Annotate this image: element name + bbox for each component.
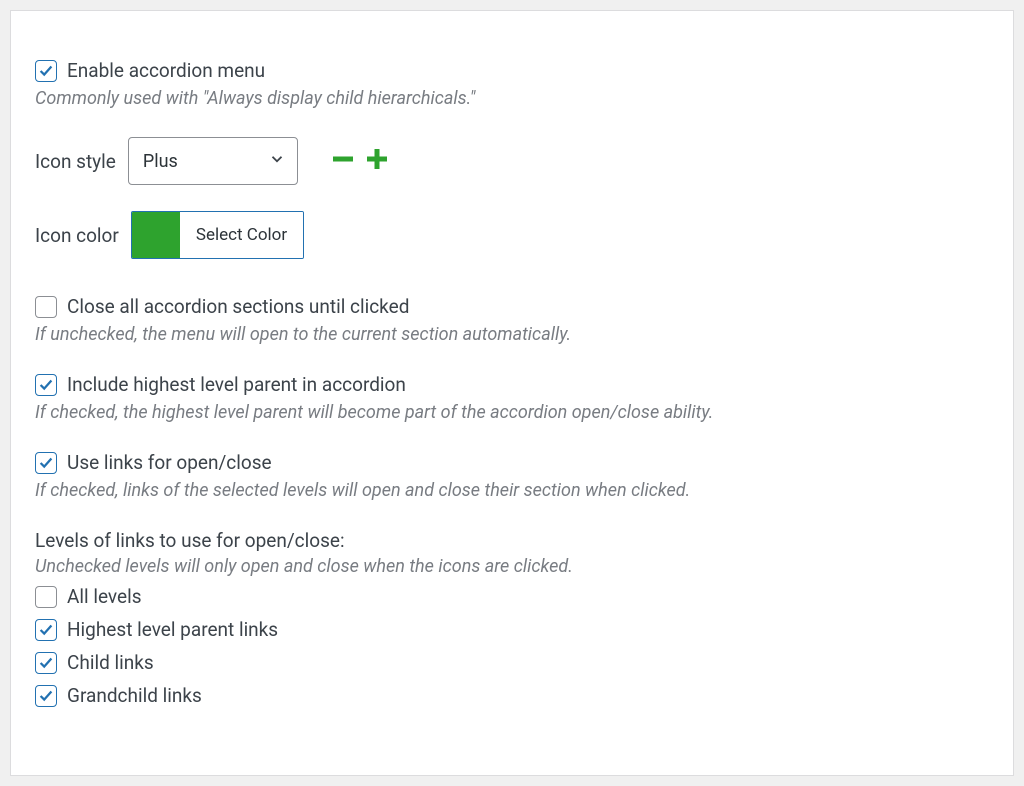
icon-color-row: Icon color Select Color	[35, 211, 989, 259]
include-parent-row: Include highest level parent in accordio…	[35, 373, 989, 396]
include-parent-label[interactable]: Include highest level parent in accordio…	[67, 373, 406, 396]
include-parent-checkbox[interactable]	[35, 374, 57, 396]
levels-heading: Levels of links to use for open/close:	[35, 529, 989, 552]
use-links-checkbox[interactable]	[35, 452, 57, 474]
level-all-label[interactable]: All levels	[67, 585, 142, 608]
close-all-label[interactable]: Close all accordion sections until click…	[67, 295, 409, 318]
enable-accordion-checkbox[interactable]	[35, 60, 57, 82]
level-child-checkbox[interactable]	[35, 652, 57, 674]
check-icon	[37, 376, 55, 394]
use-links-row: Use links for open/close	[35, 451, 989, 474]
icon-style-row: Icon style Plus	[35, 137, 989, 185]
icon-style-select[interactable]: Plus	[128, 137, 298, 185]
check-icon	[37, 621, 55, 639]
icon-style-label: Icon style	[35, 150, 116, 173]
plus-icon	[362, 144, 392, 179]
icon-color-button-text: Select Color	[180, 212, 303, 258]
close-all-row: Close all accordion sections until click…	[35, 295, 989, 318]
check-icon	[37, 62, 55, 80]
close-all-helper: If unchecked, the menu will open to the …	[35, 324, 989, 345]
level-highest-row: Highest level parent links	[35, 618, 989, 641]
icon-style-preview	[328, 144, 392, 179]
level-child-label[interactable]: Child links	[67, 651, 154, 674]
check-icon	[37, 687, 55, 705]
enable-accordion-label[interactable]: Enable accordion menu	[67, 59, 265, 82]
icon-color-picker[interactable]: Select Color	[131, 211, 304, 259]
level-grandchild-checkbox[interactable]	[35, 685, 57, 707]
levels-list: All levels Highest level parent links Ch…	[35, 585, 989, 707]
use-links-helper: If checked, links of the selected levels…	[35, 480, 989, 501]
level-all-checkbox[interactable]	[35, 586, 57, 608]
check-icon	[37, 454, 55, 472]
icon-color-label: Icon color	[35, 224, 119, 247]
icon-color-swatch	[132, 212, 180, 258]
close-all-checkbox[interactable]	[35, 296, 57, 318]
enable-accordion-row: Enable accordion menu	[35, 59, 989, 82]
include-parent-helper: If checked, the highest level parent wil…	[35, 402, 989, 423]
level-grandchild-label[interactable]: Grandchild links	[67, 684, 202, 707]
levels-helper: Unchecked levels will only open and clos…	[35, 556, 989, 577]
icon-style-value: Plus	[143, 151, 178, 172]
use-links-label[interactable]: Use links for open/close	[67, 451, 272, 474]
level-grandchild-row: Grandchild links	[35, 684, 989, 707]
check-icon	[37, 654, 55, 672]
level-child-row: Child links	[35, 651, 989, 674]
level-all-row: All levels	[35, 585, 989, 608]
level-highest-checkbox[interactable]	[35, 619, 57, 641]
accordion-settings-panel: Enable accordion menu Commonly used with…	[10, 10, 1014, 776]
level-highest-label[interactable]: Highest level parent links	[67, 618, 278, 641]
minus-icon	[328, 144, 358, 179]
enable-accordion-helper: Commonly used with "Always display child…	[35, 88, 989, 109]
